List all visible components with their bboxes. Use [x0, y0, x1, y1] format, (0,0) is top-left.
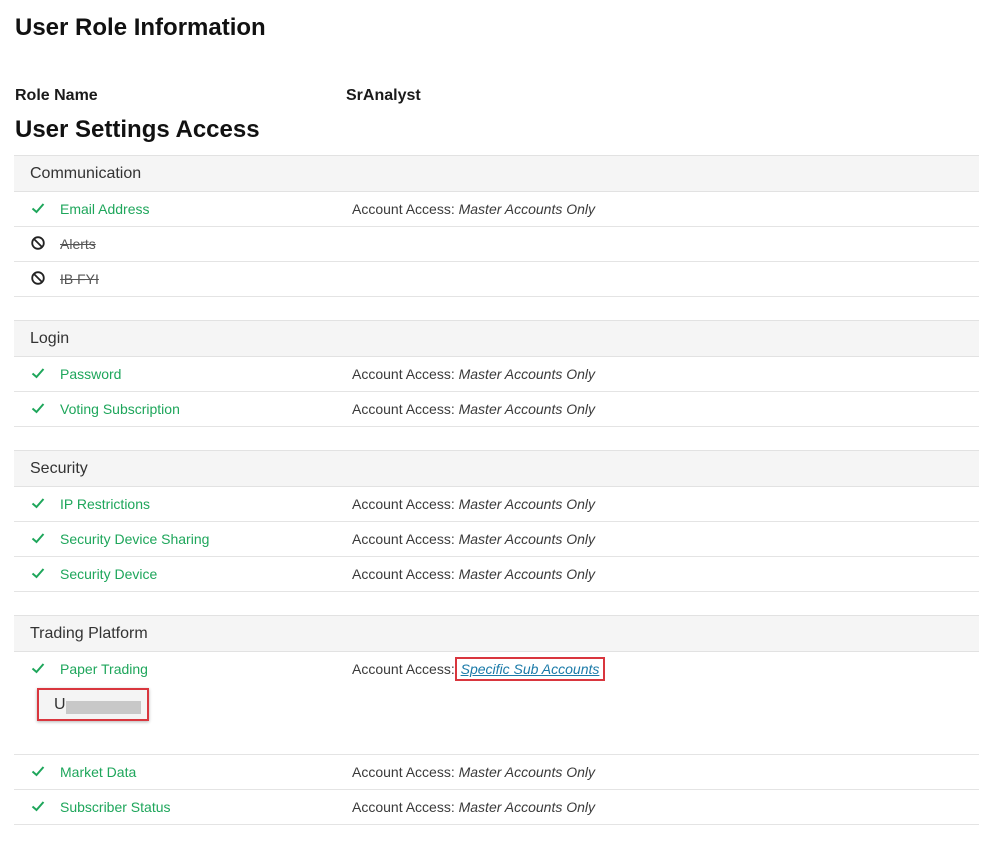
redacted-account-number — [66, 701, 141, 714]
account-access-label: Account Access: — [352, 566, 459, 582]
account-access: Account Access: Master Accounts Only — [352, 764, 595, 780]
account-access-label: Account Access: — [352, 366, 459, 382]
settings-title: User Settings Access — [15, 116, 260, 143]
check-icon — [31, 403, 45, 414]
account-access-value: Master Accounts Only — [458, 531, 596, 547]
account-access-value: Master Accounts Only — [458, 764, 596, 780]
settings-row-password: Password Account Access: Master Accounts… — [14, 357, 979, 392]
settings-row-security-device-sharing: Security Device Sharing Account Access: … — [14, 522, 979, 557]
check-icon — [31, 203, 45, 214]
settings-row-ib-fyi: IB FYI — [14, 262, 979, 297]
section-security: Security IP Restrictions Account Access:… — [14, 450, 979, 592]
role-name-row: Role Name SrAnalyst — [15, 87, 715, 107]
settings-list: Communication Email Address Account Acce… — [14, 155, 979, 848]
settings-row-alerts: Alerts — [14, 227, 979, 262]
sub-account-tag: U — [37, 688, 149, 721]
setting-link-password[interactable]: Password — [60, 366, 121, 382]
check-icon — [31, 533, 45, 544]
check-icon — [31, 498, 45, 509]
account-access: Account Access: Master Accounts Only — [352, 566, 595, 582]
account-access-label: Account Access: — [352, 661, 459, 677]
account-access-value: Master Accounts Only — [458, 496, 596, 512]
setting-link-subscriber-status[interactable]: Subscriber Status — [60, 799, 171, 815]
role-name-label: Role Name — [15, 87, 98, 104]
account-access-label: Account Access: — [352, 799, 459, 815]
section-header: Communication — [14, 155, 979, 192]
settings-row-paper-trading: Paper Trading Account Access: Specific S… — [14, 652, 979, 755]
account-access-label: Account Access: — [352, 531, 459, 547]
settings-row-email-address: Email Address Account Access: Master Acc… — [14, 192, 979, 227]
sub-account-id: U — [54, 696, 66, 713]
setting-link-market-data[interactable]: Market Data — [60, 764, 136, 780]
check-icon — [31, 801, 45, 812]
account-access-label: Account Access: — [352, 496, 459, 512]
no-access-icon — [31, 271, 45, 285]
check-icon — [31, 766, 45, 777]
setting-label-ib-fyi: IB FYI — [60, 271, 99, 287]
setting-link-voting-subscription[interactable]: Voting Subscription — [60, 401, 180, 417]
specific-sub-accounts-link[interactable]: Specific Sub Accounts — [454, 657, 606, 681]
check-icon — [31, 568, 45, 579]
account-access: Account Access: Master Accounts Only — [352, 496, 595, 512]
account-access-label: Account Access: — [352, 401, 459, 417]
account-access-value: Master Accounts Only — [458, 566, 596, 582]
role-name-value: SrAnalyst — [346, 87, 421, 104]
settings-row-ip-restrictions: IP Restrictions Account Access: Master A… — [14, 487, 979, 522]
account-access: Account Access: Master Accounts Only — [352, 799, 595, 815]
setting-label-alerts: Alerts — [60, 236, 96, 252]
setting-link-email-address[interactable]: Email Address — [60, 201, 149, 217]
check-icon — [31, 663, 45, 674]
section-trading-platform: Trading Platform Paper Trading Account A… — [14, 615, 979, 825]
account-access-value: Master Accounts Only — [458, 401, 596, 417]
section-communication: Communication Email Address Account Acce… — [14, 155, 979, 297]
check-icon — [31, 368, 45, 379]
account-access: Account Access: Master Accounts Only — [352, 366, 595, 382]
account-access: Account Access: Specific Sub Accounts — [352, 657, 606, 681]
account-access: Account Access: Master Accounts Only — [352, 401, 595, 417]
setting-link-security-device[interactable]: Security Device — [60, 566, 157, 582]
section-header: Trading Platform — [14, 615, 979, 652]
settings-row-market-data: Market Data Account Access: Master Accou… — [14, 755, 979, 790]
settings-row-subscriber-status: Subscriber Status Account Access: Master… — [14, 790, 979, 825]
setting-link-paper-trading[interactable]: Paper Trading — [60, 661, 148, 677]
account-access-value: Master Accounts Only — [458, 799, 596, 815]
account-access-label: Account Access: — [352, 201, 459, 217]
section-header: Login — [14, 320, 979, 357]
account-access: Account Access: Master Accounts Only — [352, 201, 595, 217]
account-access-label: Account Access: — [352, 764, 459, 780]
settings-row-security-device: Security Device Account Access: Master A… — [14, 557, 979, 592]
account-access-value: Master Accounts Only — [458, 366, 596, 382]
account-access: Account Access: Master Accounts Only — [352, 531, 595, 547]
page-title: User Role Information — [15, 14, 266, 41]
setting-link-security-device-sharing[interactable]: Security Device Sharing — [60, 531, 209, 547]
account-access-value: Master Accounts Only — [458, 201, 596, 217]
no-access-icon — [31, 236, 45, 250]
settings-row-voting-subscription: Voting Subscription Account Access: Mast… — [14, 392, 979, 427]
setting-link-ip-restrictions[interactable]: IP Restrictions — [60, 496, 150, 512]
section-login: Login Password Account Access: Master Ac… — [14, 320, 979, 427]
section-header: Security — [14, 450, 979, 487]
